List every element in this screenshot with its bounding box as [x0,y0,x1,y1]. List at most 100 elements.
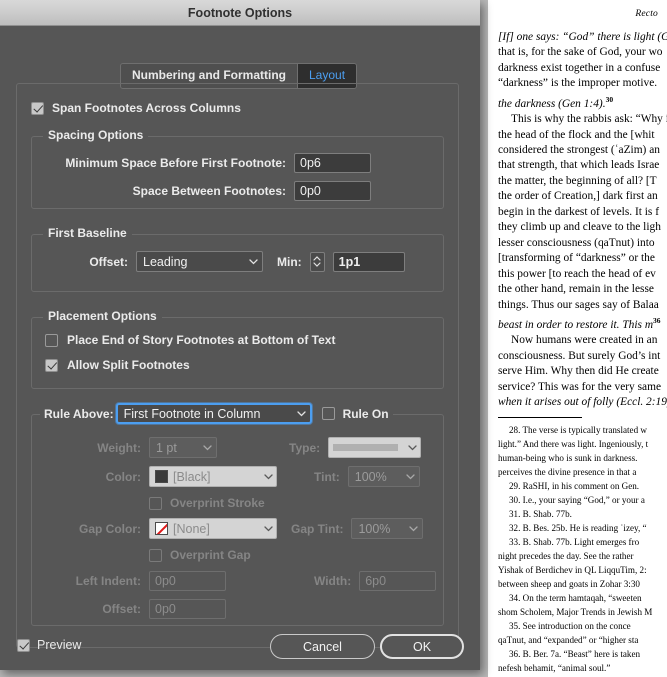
width-input[interactable]: 6p0 [359,571,437,591]
rule-offset-input[interactable]: 0p0 [149,599,226,619]
footnote-line: 35. See introduction on the conce [509,620,631,631]
chevron-down-icon [258,525,273,532]
doc-line: the head of the flock and the [whit [498,128,655,141]
doc-line: begin in the darkest of levels. It is f [498,205,660,218]
rule-offset-row: Offset: 0p0 [31,599,226,619]
type-select[interactable] [328,437,422,458]
chevron-down-icon [403,525,419,532]
preview-label: Preview [37,638,82,652]
space-between-input[interactable]: 0p0 [294,181,371,201]
doc-line: [transforming of “darkness” or the [498,252,655,265]
footnote-line: 33. B. Shab. 77b. Light emerges fro [509,537,640,548]
gap-tint-select[interactable]: 100% [351,518,424,539]
place-end-row[interactable]: Place End of Story Footnotes at Bottom o… [45,333,335,347]
doc-line: service? This was for the very same [498,380,661,393]
spacing-options-group: Spacing Options Minimum Space Before Fir… [31,128,444,209]
chevron-down-icon [243,258,258,265]
overprint-gap-row[interactable]: Overprint Gap [149,548,251,562]
doc-line: this power [to reach the head of ev [498,267,656,280]
doc-line: serve Him. Why then did He create [498,365,659,378]
overprint-stroke-row[interactable]: Overprint Stroke [149,496,265,510]
rule-above-legend-row: Rule Above: First Footnote in Column Rul… [40,403,393,424]
document-body-text: [If] one says: “God” there is light (Gen… [498,30,667,410]
preview-row[interactable]: Preview [17,638,81,652]
min-space-input[interactable]: 0p6 [294,153,371,173]
color-swatch-none [155,522,168,535]
overprint-gap-label: Overprint Gap [170,548,251,562]
rule-on-checkbox[interactable] [321,407,335,420]
weight-select-value: 1 pt [156,440,177,455]
first-baseline-group: First Baseline Offset: Leading Min: 1p1 [31,226,444,292]
width-label: Width: [314,574,352,588]
span-footnotes-row[interactable]: Span Footnotes Across Columns [31,101,241,115]
footnote-line: 36. B. Ber. 7a. “Beast” here is taken [509,648,641,659]
min-input[interactable]: 1p1 [332,251,405,272]
dialog-titlebar: Footnote Options [0,0,480,26]
doc-line: [If] one says: “God” there is light (Gen [498,31,667,43]
left-indent-label: Left Indent: [75,574,141,588]
doc-line: lesser consciousness (qaTnut) into [498,236,655,249]
color-tint-row: Color: [Black] Tint: 100% [31,466,444,487]
footnote-line: night precedes the day. See the rather [498,551,634,562]
color-select[interactable]: [Black] [149,466,277,487]
overprint-gap-checkbox[interactable] [149,548,162,562]
span-footnotes-checkbox[interactable] [31,101,44,115]
document-page: Recto [If] one says: “God” there is ligh… [488,0,667,677]
rule-on-label: Rule On [342,406,389,421]
color-swatch-black [155,470,168,483]
doc-line: when it arises out of folly (Eccl. 2:19)… [498,396,667,409]
offset-select-value: Leading [143,254,188,269]
doc-line: beast in order to restore it. This m [498,318,654,331]
doc-line: things. Thus our sages say of Balaa [498,298,659,311]
color-select-value: [Black] [173,469,211,484]
rule-offset-label: Offset: [102,602,141,616]
left-indent-row: Left Indent: 0p0 Width: 6p0 [31,571,444,591]
min-stepper[interactable] [309,251,325,272]
footnote-line: nefesh behamit, “animal soul.” [498,662,611,673]
tint-select[interactable]: 100% [347,466,420,487]
doc-line: they climb up and cleave to the ligh [498,221,661,234]
footnote-line: human-being who is sunk in darkness. [498,453,638,464]
weight-label: Weight: [97,440,141,455]
footnote-line: perceives the divine presence in that a [498,467,637,478]
offset-select[interactable]: Leading [136,251,263,272]
rule-above-group: Rule Above: First Footnote in Column Rul… [31,403,444,626]
overprint-stroke-checkbox[interactable] [149,496,162,510]
footnote-line: 28. The verse is typically translated w [509,425,647,436]
preview-checkbox[interactable] [17,638,30,652]
gap-color-row: Gap Color: [None] Gap Tint: 100% [31,518,444,539]
footnote-line: 32. B. Bes. 25b. He is reading ʿizey, “ [509,523,647,534]
doc-line: considered the strongest (ʿaZim) an [498,143,660,156]
footnote-line: 34. On the term hamtaqah, “sweeten [509,592,642,603]
footnote-line: light.” And there was light. Ingeniously… [498,439,649,450]
rule-above-select[interactable]: First Footnote in Column [115,403,312,424]
chevron-down-icon [197,444,212,451]
line-type-swatch [333,444,399,451]
document-running-head: Recto [635,9,658,19]
footnote-line: shom Scholem, Major Trends in Jewish M [498,606,653,617]
type-label: Type: [289,440,321,455]
gap-color-select[interactable]: [None] [149,518,277,539]
place-end-label: Place End of Story Footnotes at Bottom o… [67,333,336,347]
doc-line: the matter, the beginning of all? [T [498,174,657,187]
dialog-title: Footnote Options [187,5,293,20]
overprint-stroke-label: Overprint Stroke [170,496,265,510]
footnote-line: qaTnut, and “expanded” or “higher sta [498,634,639,645]
min-space-label: Minimum Space Before First Footnote: [65,156,286,170]
weight-select[interactable]: 1 pt [149,437,217,458]
first-baseline-legend: First Baseline [43,226,132,240]
allow-split-checkbox[interactable] [45,358,58,372]
left-indent-input[interactable]: 0p0 [149,571,226,591]
cancel-button[interactable]: Cancel [270,634,375,659]
place-end-checkbox[interactable] [45,333,58,347]
min-label: Min: [277,254,302,269]
allow-split-row[interactable]: Allow Split Footnotes [45,358,190,372]
doc-line: consciousness. But surely God’s int [498,349,661,362]
footnote-separator-rule [498,417,582,419]
tint-label: Tint: [314,469,340,484]
doc-line: Now humans were created in an [511,334,658,347]
doc-line: the darkness (Gen 1:4). [498,97,606,110]
ok-button[interactable]: OK [380,634,464,659]
gap-tint-select-value: 100% [358,521,391,536]
chevron-down-icon [291,410,306,417]
